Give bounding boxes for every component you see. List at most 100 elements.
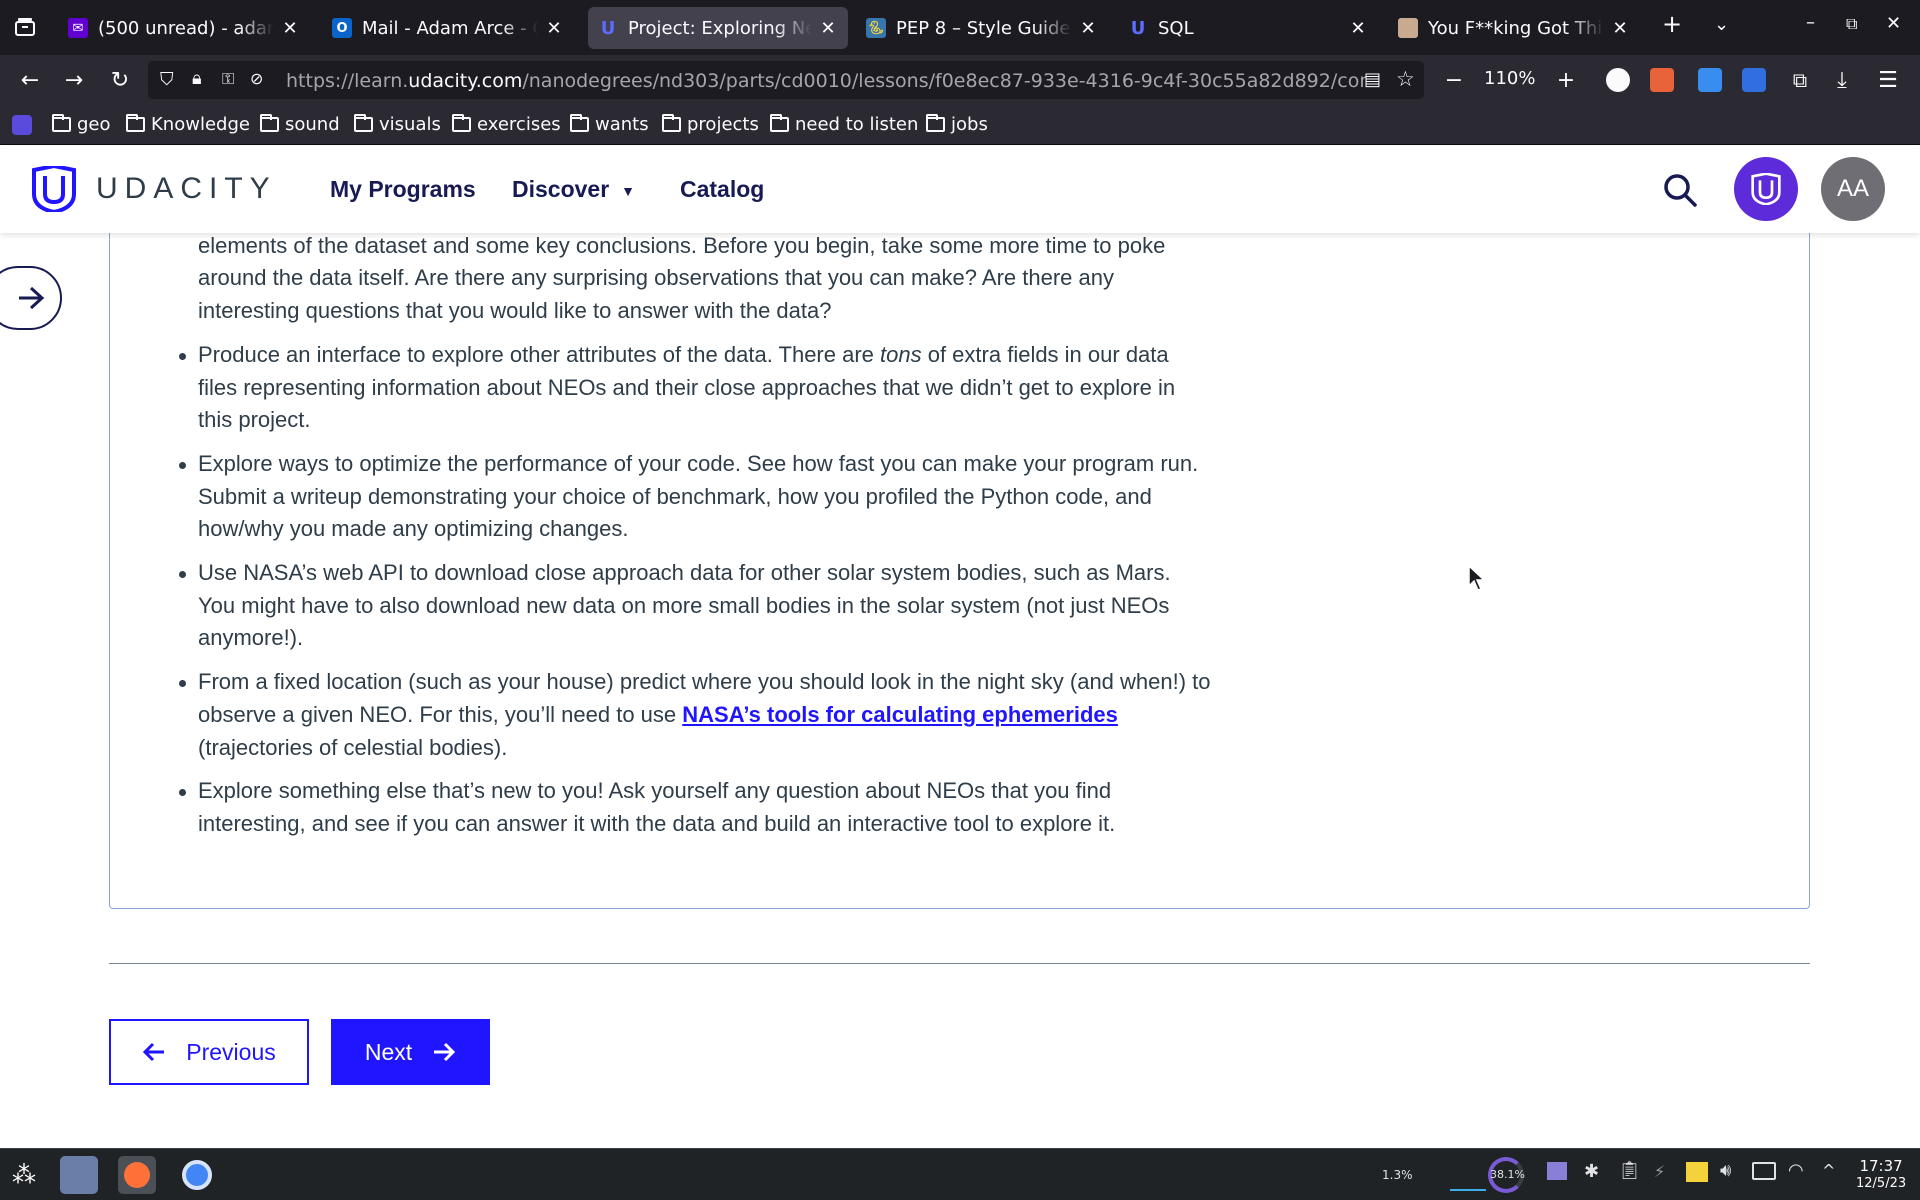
bookmark-label: Knowledge [151, 114, 250, 135]
tab-outlook-mail[interactable]: O Mail - Adam Arce - Out ✕ [322, 7, 574, 49]
bookmark-folder-exercises[interactable]: exercises [452, 114, 561, 135]
tray-expand-icon[interactable]: ^ [1822, 1161, 1835, 1180]
permissions-icon[interactable]: ⚿ [222, 69, 234, 89]
taskbar-item-firefox[interactable] [118, 1156, 156, 1194]
volume-icon[interactable]: 🔊︎ [1720, 1160, 1731, 1181]
close-tab-icon[interactable]: ✕ [1610, 18, 1630, 39]
bookmark-folder-knowledge[interactable]: Knowledge [126, 114, 250, 135]
zoom-in-icon[interactable]: + [1550, 64, 1582, 96]
extensions-puzzle-icon[interactable]: ⧉ [1784, 64, 1816, 96]
firefox-view-icon[interactable] [10, 12, 40, 42]
yahoo-mail-icon: ✉ [68, 18, 88, 38]
network-disconnected-icon[interactable]: ⚡︎ [1654, 1162, 1665, 1181]
file-manager-icon[interactable] [60, 1156, 98, 1194]
wifi-icon[interactable]: ◠ [1788, 1160, 1804, 1181]
sidebar-toggle-button[interactable] [0, 266, 62, 330]
back-icon[interactable]: ← [14, 64, 46, 96]
close-tab-icon[interactable]: ✕ [818, 18, 838, 39]
network-graph[interactable] [1450, 1157, 1486, 1191]
bookmark-folder-projects[interactable]: projects [662, 114, 759, 135]
close-window-icon[interactable]: ✕ [1886, 13, 1901, 34]
brand-wordmark: UDACITY [96, 172, 277, 205]
new-tab-icon[interactable]: + [1662, 10, 1682, 38]
url-domain: udacity.com [408, 70, 523, 92]
nav-my-programs[interactable]: My Programs [330, 176, 476, 203]
slack-icon[interactable]: ✱ [1584, 1161, 1599, 1182]
sticky-notes-icon[interactable] [1686, 1162, 1708, 1182]
bookmark-app-icon[interactable] [12, 115, 32, 135]
app-launcher-icon[interactable]: ⁂ [12, 1161, 36, 1189]
extension-flag-icon[interactable] [1650, 68, 1674, 92]
search-icon[interactable] [1660, 170, 1700, 210]
tab-title: Mail - Adam Arce - Out [362, 17, 538, 39]
bookmark-folder-visuals[interactable]: visuals [354, 114, 441, 135]
lock-icon[interactable]: 🔒︎ [192, 68, 202, 89]
folder-icon [452, 114, 471, 132]
reader-view-icon[interactable]: ▤ [1364, 69, 1381, 90]
extension-us-icon[interactable] [1698, 68, 1722, 92]
list-item-text: Use NASA’s web API to download close app… [198, 560, 1171, 651]
close-tab-icon[interactable]: ✕ [544, 18, 564, 39]
url-bar[interactable]: ⛉ 🔒︎ ⚿ ⊘ https://learn.udacity.com/nanod… [148, 61, 1424, 99]
memory-usage[interactable]: 38.1% [1490, 1168, 1525, 1181]
battery-icon[interactable] [1752, 1162, 1776, 1180]
zoom-out-icon[interactable]: − [1438, 64, 1470, 96]
taskbar-item-chrome[interactable] [178, 1156, 216, 1194]
bookmark-folder-sound[interactable]: sound [260, 114, 340, 135]
browser-navigation-bar: ← → ↻ ⛉ 🔒︎ ⚿ ⊘ https://learn.udacity.com… [0, 55, 1920, 105]
bookmark-folder-wants[interactable]: wants [570, 114, 649, 135]
user-avatar[interactable]: AA [1821, 157, 1885, 221]
udacity-home-button[interactable] [1734, 157, 1798, 221]
tab-title: PEP 8 – Style Guide for [896, 17, 1072, 39]
tab-title: You F**king Got This S [1428, 17, 1604, 39]
url-text[interactable]: https://learn.udacity.com/nanodegrees/nd… [286, 70, 1366, 92]
folder-icon [260, 114, 279, 132]
nav-catalog[interactable]: Catalog [680, 176, 764, 203]
downloads-icon[interactable]: ⤓ [1826, 64, 1858, 96]
tab-project-exploring[interactable]: U Project: Exploring Nea ✕ [588, 7, 848, 49]
close-tab-icon[interactable]: ✕ [1078, 18, 1098, 39]
bookmark-folder-jobs[interactable]: jobs [926, 114, 988, 135]
list-item-text: the relationship between various feature… [198, 233, 1166, 324]
reload-icon[interactable]: ↻ [104, 64, 136, 96]
close-tab-icon[interactable]: ✕ [280, 18, 300, 39]
clipboard-icon[interactable]: 📋︎ [1618, 1160, 1641, 1181]
udacity-logo[interactable]: UDACITY [30, 166, 277, 212]
extension-s-icon[interactable] [1606, 68, 1630, 92]
udacity-icon: U [600, 17, 616, 39]
camera-blocked-icon[interactable]: ⊘ [250, 69, 263, 88]
bookmarks-toolbar: geo Knowledge sound visuals exercises wa… [0, 105, 1920, 145]
list-item-text: Explore something else that’s new to you… [198, 778, 1116, 836]
shield-icon[interactable]: ⛉ [160, 69, 174, 90]
close-tab-icon[interactable]: ✕ [1348, 18, 1368, 39]
hamburger-menu-icon[interactable]: ☰ [1872, 64, 1904, 96]
udacity-logo-icon [1751, 173, 1781, 205]
bookmark-folder-geo[interactable]: geo [52, 114, 111, 135]
forward-icon[interactable]: → [58, 64, 90, 96]
caret-down-icon: ▼ [621, 182, 636, 199]
system-clock[interactable]: 17:37 12/5/23 [1856, 1158, 1906, 1192]
cpu-usage[interactable]: 1.3% [1382, 1168, 1413, 1182]
minimize-icon[interactable]: – [1806, 12, 1815, 33]
tab-pep8[interactable]: 🐍︎ PEP 8 – Style Guide for ✕ [856, 7, 1108, 49]
outlook-icon: O [332, 18, 352, 38]
list-item-text: Produce an interface to explore other at… [198, 341, 881, 367]
folder-icon [354, 114, 373, 132]
screen-icon[interactable] [1547, 1162, 1567, 1180]
arrow-right-icon [19, 286, 45, 310]
tab-you-got-this[interactable]: You F**king Got This S ✕ [1388, 7, 1640, 49]
zoom-level[interactable]: 110% [1484, 68, 1535, 89]
translate-icon[interactable] [1742, 68, 1766, 92]
tab-yahoo-mail[interactable]: ✉ (500 unread) - adam.ar ✕ [58, 7, 310, 49]
list-tabs-icon[interactable]: ⌄ [1714, 14, 1729, 35]
os-taskbar: ⁂ 1.3% 38.1% ✱ 📋︎ ⚡︎ 🔊︎ ◠ ^ 17:37 12/5/2… [0, 1148, 1920, 1200]
bookmark-star-icon[interactable]: ☆ [1396, 67, 1415, 91]
previous-label: Previous [186, 1038, 276, 1065]
nav-discover[interactable]: Discover ▼ [512, 176, 635, 203]
previous-button[interactable]: Previous [109, 1019, 309, 1085]
next-button[interactable]: Next [331, 1019, 490, 1085]
tab-sql[interactable]: U SQL ✕ [1118, 7, 1378, 49]
bookmark-folder-need-to-listen[interactable]: need to listen [770, 114, 918, 135]
restore-icon[interactable]: ⧉ [1846, 14, 1857, 34]
nasa-ephemerides-link[interactable]: NASA’s tools for calculating ephemerides [682, 702, 1118, 727]
